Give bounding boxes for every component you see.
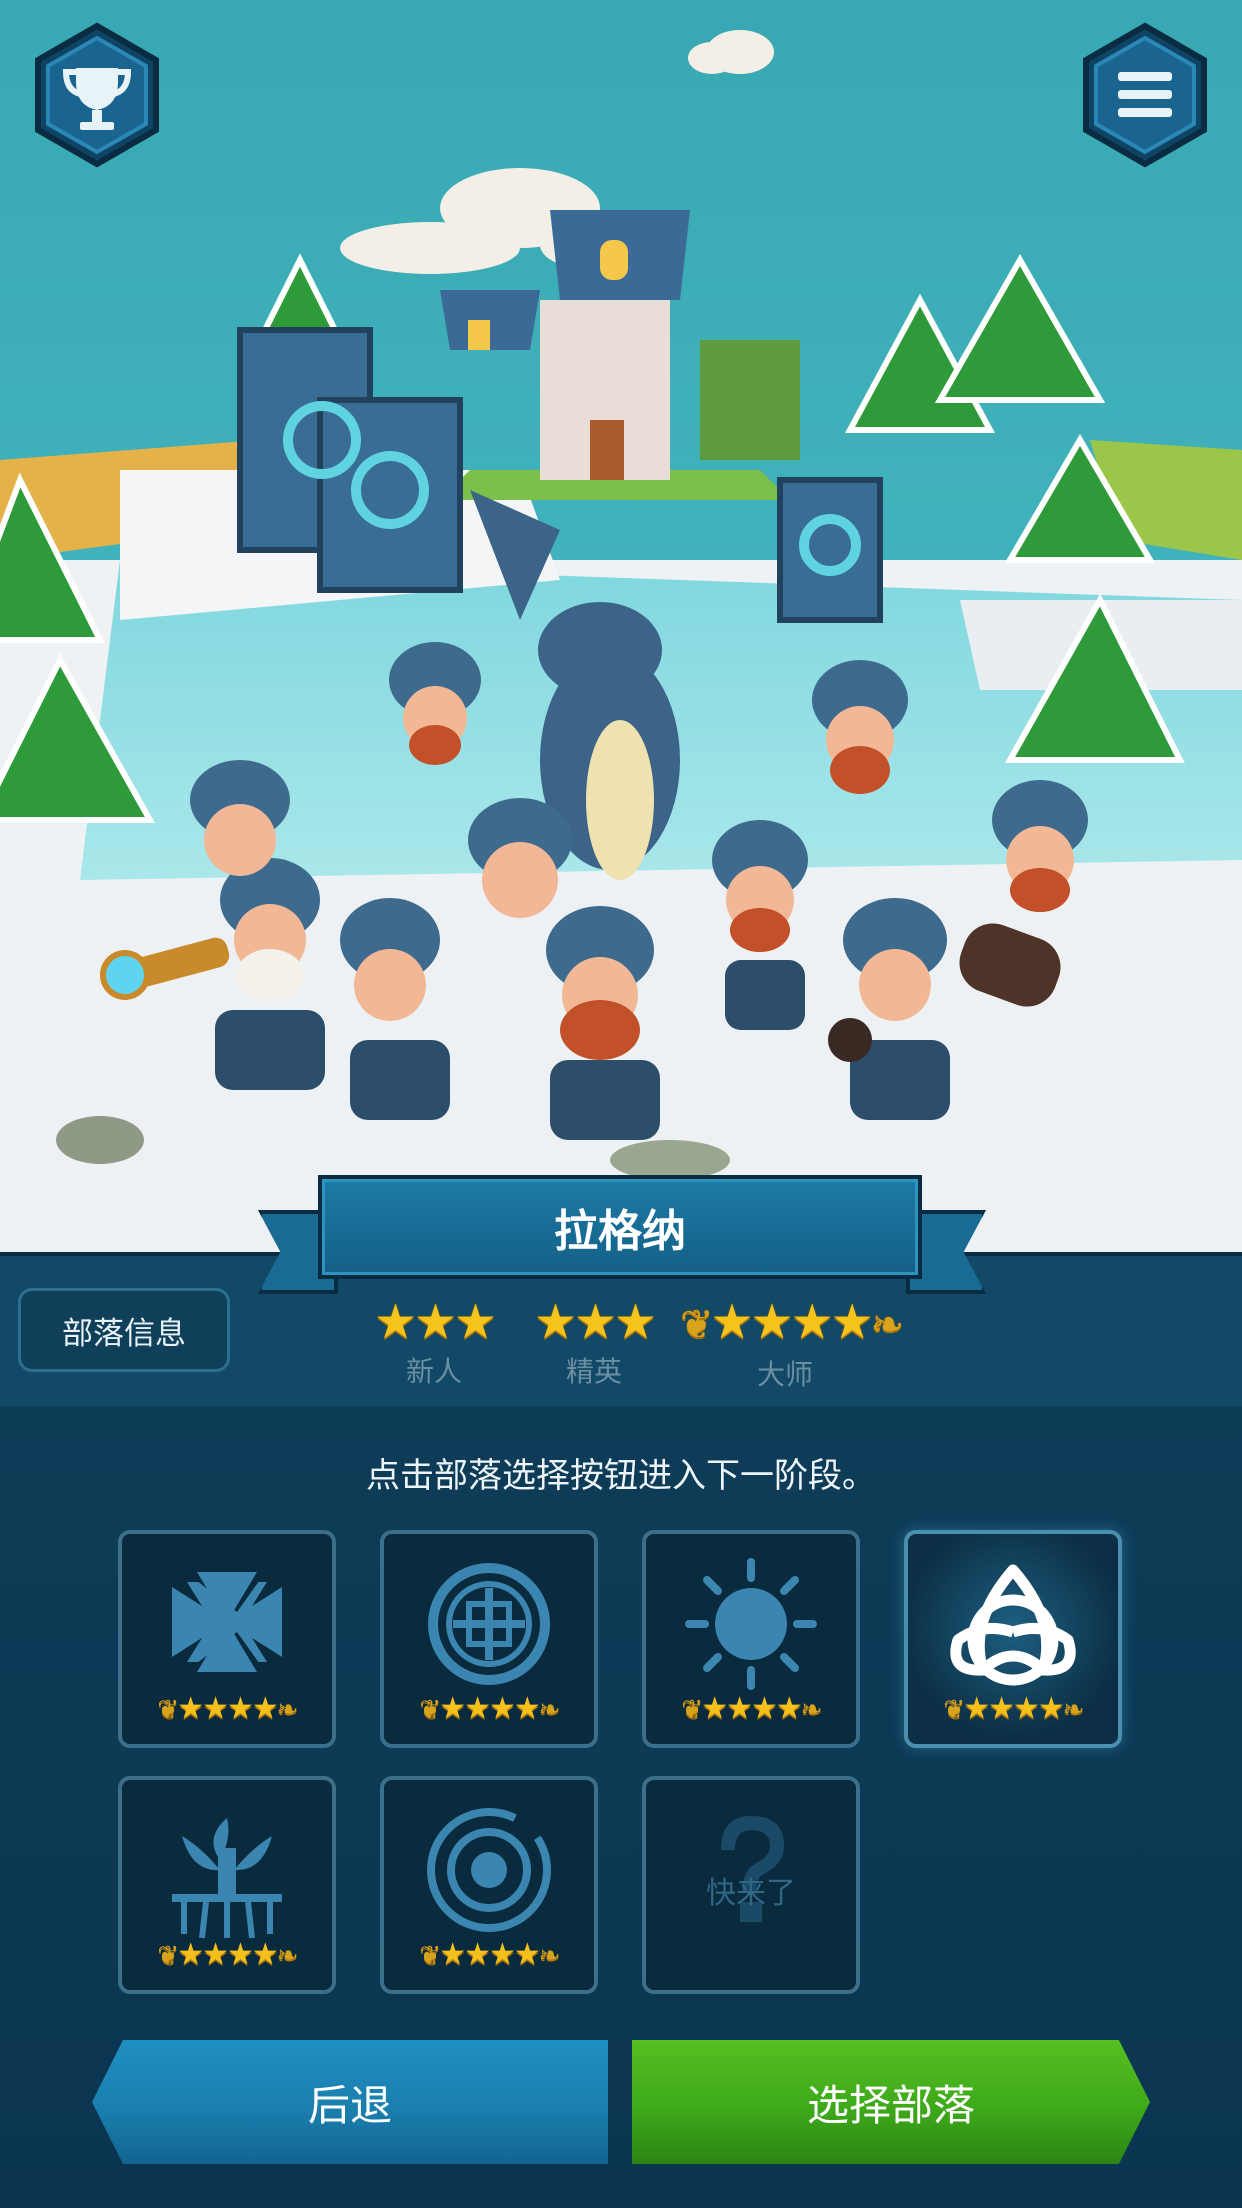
tile-stars: ❦★★★★❧: [384, 1691, 594, 1726]
tribe-tile-triquetra-selected[interactable]: ❦★★★★❧: [904, 1530, 1122, 1748]
laurel-right-icon: ❧: [870, 1302, 904, 1348]
iron-cross-icon: [172, 1572, 282, 1672]
laurel-left-icon: ❦: [419, 1941, 441, 1971]
tile-stars: ❦★★★★❧: [384, 1937, 594, 1972]
menu-button[interactable]: [1080, 22, 1210, 168]
laurel-left-icon: ❦: [157, 1695, 179, 1725]
sun-icon: [685, 1558, 817, 1690]
choose-tribe-button[interactable]: 选择部落: [632, 2040, 1150, 2164]
laurel-left-icon: ❦: [943, 1695, 965, 1725]
tile-stars: ❦★★★★❧: [122, 1691, 332, 1726]
tribe-tile-iron-cross[interactable]: ❦★★★★❧: [118, 1530, 336, 1748]
rank-label: 大师: [756, 1358, 813, 1391]
knot-circle-icon: [428, 1563, 550, 1685]
tile-stars: ❦★★★★❧: [908, 1691, 1118, 1726]
tile-stars-value: ★★★★: [177, 1937, 279, 1972]
tribe-tile-concentric-rings[interactable]: ❦★★★★❧: [380, 1776, 598, 1994]
laurel-right-icon: ❧: [1062, 1695, 1085, 1725]
laurel-left-icon: ❦: [680, 1302, 713, 1348]
laurel-left-icon: ❦: [419, 1695, 441, 1725]
tile-stars-value: ★★★★: [439, 1937, 541, 1972]
laurel-left-icon: ❦: [681, 1695, 703, 1725]
tree-roots-icon: [172, 1818, 282, 1939]
rank-label: 精英: [565, 1355, 622, 1388]
tribe-name-title: 拉格纳: [318, 1175, 922, 1279]
instruction-text: 点击部落选择按钮进入下一阶段。: [366, 1456, 876, 1496]
tile-stars: ❦★★★★❧: [646, 1691, 856, 1726]
laurel-right-icon: ❧: [276, 1695, 299, 1725]
rank-newbie: ★★★ 新人: [362, 1296, 506, 1390]
tribe-selection-panel: 点击部落选择按钮进入下一阶段。 ❦★★★★❧ ❦★★★★❧ ❦★★★★❧ ❦★★…: [0, 1406, 1242, 2208]
laurel-right-icon: ❧: [800, 1695, 823, 1725]
back-button[interactable]: 后退: [92, 2040, 608, 2164]
game-scene: [0, 0, 1242, 1260]
rank-stars-master: ❦★★★★❧: [680, 1294, 904, 1351]
tile-stars: ❦★★★★❧: [122, 1937, 332, 1972]
tribe-tile-coming-soon: 快来了: [642, 1776, 860, 1994]
tribe-info-button[interactable]: 部落信息: [18, 1288, 230, 1372]
tile-stars-value: ★★★★: [701, 1691, 803, 1726]
rank-master: ❦★★★★❧ 大师: [680, 1294, 904, 1393]
coming-soon-label: 快来了: [706, 1876, 796, 1911]
rank-stars: ★★★: [533, 1294, 657, 1350]
tile-stars-value: ★★★★: [439, 1691, 541, 1726]
rank-label: 新人: [405, 1355, 462, 1388]
viking-village-illustration: [0, 0, 1242, 1260]
laurel-right-icon: ❧: [276, 1941, 299, 1971]
laurel-right-icon: ❧: [538, 1695, 561, 1725]
hamburger-menu-icon: [1118, 72, 1172, 117]
trophy-button[interactable]: [32, 22, 162, 168]
tribe-tile-sun[interactable]: ❦★★★★❧: [642, 1530, 860, 1748]
tribe-tile-knot-circle[interactable]: ❦★★★★❧: [380, 1530, 598, 1748]
concentric-rings-icon: [427, 1808, 551, 1932]
laurel-right-icon: ❧: [538, 1941, 561, 1971]
laurel-left-icon: ❦: [157, 1941, 179, 1971]
tile-stars-value: ★★★★: [963, 1691, 1065, 1726]
tribe-name-banner: 拉格纳: [258, 1170, 986, 1300]
tribe-tile-tree-roots[interactable]: ❦★★★★❧: [118, 1776, 336, 1994]
tile-stars-value: ★★★★: [177, 1691, 279, 1726]
rank-elite: ★★★ 精英: [522, 1296, 666, 1390]
rank-stars-value: ★★★★: [710, 1294, 874, 1350]
rank-stars: ★★★: [373, 1294, 497, 1350]
triquetra-icon: [950, 1564, 1076, 1686]
